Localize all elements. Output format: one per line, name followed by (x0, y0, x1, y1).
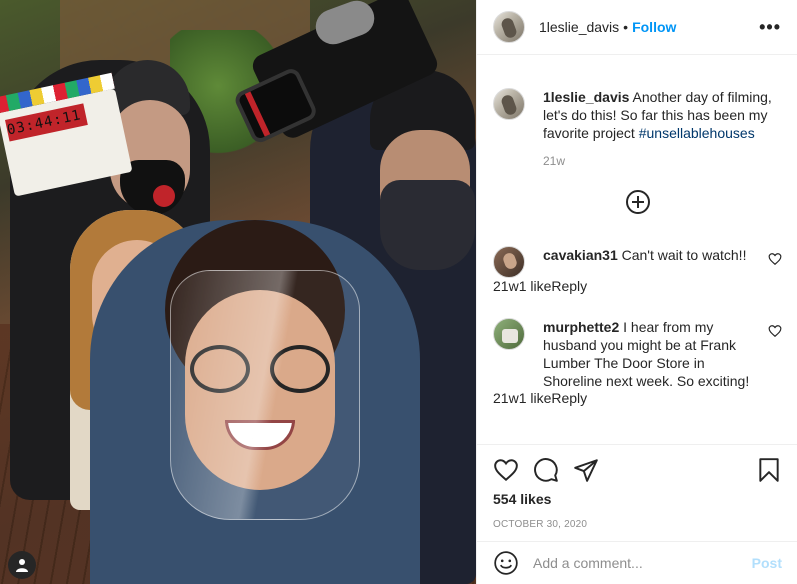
comment-likes[interactable]: 1 like (519, 278, 552, 294)
commenter-avatar[interactable] (493, 318, 525, 350)
post-button[interactable]: Post (752, 555, 782, 571)
load-more-comments (493, 190, 782, 214)
comment-heart-icon[interactable] (768, 324, 782, 338)
post-sidebar: 1leslie_davis • Follow ••• 1leslie_davis… (476, 0, 797, 584)
caption-hashtag[interactable]: #unsellablehouses (639, 125, 755, 141)
comments-section: 1leslie_davis Another day of filming, le… (477, 56, 797, 444)
post-dialog: 03:44:11 1leslie_davis • Follow ••• 1les… (0, 0, 797, 584)
comment-timestamp[interactable]: 21w (493, 390, 519, 406)
reply-button[interactable]: Reply (551, 278, 587, 294)
comment-likes[interactable]: 1 like (519, 390, 552, 406)
comment-heart-icon[interactable] (768, 252, 782, 266)
follow-button[interactable]: Follow (632, 19, 676, 35)
add-comment-bar: Post (477, 541, 797, 584)
separator-dot: • (623, 19, 629, 35)
likes-count[interactable]: 554 likes (493, 491, 782, 507)
comment-timestamp[interactable]: 21w (493, 278, 519, 294)
tagged-users-button[interactable] (8, 551, 36, 579)
heart-icon[interactable] (493, 457, 519, 483)
comment-input[interactable] (533, 555, 752, 571)
comment-item: murphette2 I hear from my husband you mi… (493, 318, 782, 406)
woman-front-selfie (90, 220, 420, 584)
post-header: 1leslie_davis • Follow ••• (477, 0, 797, 55)
comment-username[interactable]: murphette2 (543, 319, 619, 335)
comment-text: Can't wait to watch!! (617, 247, 747, 263)
caption-username[interactable]: 1leslie_davis (543, 89, 629, 105)
comment-meta: 21w 1 like Reply (493, 390, 782, 406)
post-date[interactable]: OCTOBER 30, 2020 (493, 519, 782, 530)
face-shield (170, 270, 360, 520)
post-photo[interactable]: 03:44:11 (0, 0, 476, 584)
plus-circle-icon[interactable] (625, 190, 650, 214)
reply-button[interactable]: Reply (551, 390, 587, 406)
caption-timestamp[interactable]: 21w (543, 154, 782, 168)
more-options-icon[interactable]: ••• (759, 18, 781, 36)
bookmark-icon[interactable] (756, 457, 782, 483)
share-icon[interactable] (573, 457, 599, 483)
comment-item: cavakian31 Can't wait to watch!! 21w 1 l… (493, 246, 782, 294)
user-icon (16, 559, 28, 572)
author-avatar[interactable] (493, 11, 525, 43)
emoji-icon[interactable] (493, 550, 519, 576)
caption-avatar[interactable] (493, 88, 525, 120)
action-icons (493, 445, 782, 489)
post-actions: 554 likes OCTOBER 30, 2020 (477, 444, 797, 530)
author-username[interactable]: 1leslie_davis (539, 19, 619, 35)
commenter-avatar[interactable] (493, 246, 525, 278)
comment-meta: 21w 1 like Reply (493, 278, 782, 294)
caption: 1leslie_davis Another day of filming, le… (493, 56, 782, 142)
comment-icon[interactable] (533, 457, 559, 483)
comment-username[interactable]: cavakian31 (543, 247, 618, 263)
